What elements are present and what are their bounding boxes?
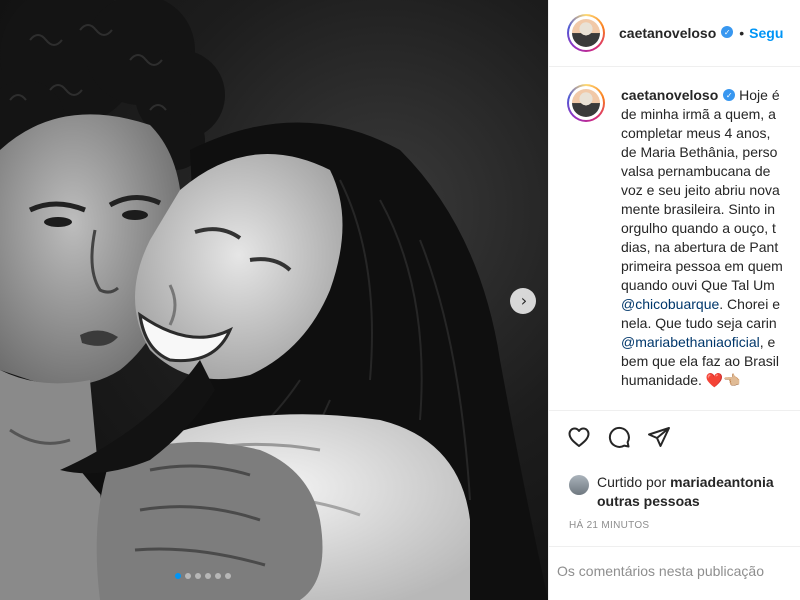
carousel-dot xyxy=(185,573,191,579)
caption-line: mente brasileira. Sinto in xyxy=(621,201,776,217)
caption-text: caetanoveloso ✓ Hoje é de minha irmã a qu… xyxy=(621,86,800,390)
comments-disabled-note: Os comentários nesta publicação xyxy=(557,563,764,579)
verified-badge-icon: ✓ xyxy=(721,26,734,38)
caption-username[interactable]: caetanoveloso xyxy=(621,87,718,103)
post-actions: Curtido por mariadeantonia outras pessoa… xyxy=(549,410,800,561)
caption-line: voz e seu jeito abriu nova xyxy=(621,182,780,198)
carousel-dot xyxy=(195,573,201,579)
liker-avatar[interactable] xyxy=(569,475,589,495)
caption-line: bem que ela faz ao Brasil xyxy=(621,353,779,369)
post-side-panel: caetanoveloso ✓ • Segu caetanoveloso ✓ Ho… xyxy=(548,0,800,600)
caption-line: nela. Que tudo seja carin xyxy=(621,315,777,331)
caption-line-text: humanidade. xyxy=(621,372,706,388)
caption-section: caetanoveloso ✓ Hoje é de minha irmã a qu… xyxy=(549,66,800,410)
share-paper-plane-icon[interactable] xyxy=(647,425,671,449)
caption-line: orgulho quando a ouço, t xyxy=(621,220,776,236)
mention-link[interactable]: @mariabethaniaoficial xyxy=(621,334,760,350)
verified-badge-icon: ✓ xyxy=(723,89,736,102)
caption-line: dias, na abertura de Pant xyxy=(621,239,779,255)
liked-by-user[interactable]: mariadeantonia xyxy=(670,474,773,490)
carousel-indicator xyxy=(175,573,231,579)
caption-avatar[interactable] xyxy=(567,84,605,122)
carousel-dot xyxy=(175,573,181,579)
photo-illustration xyxy=(0,0,548,600)
caption-line: primeira pessoa em quem xyxy=(621,258,783,274)
caption-line-text: Hoje é xyxy=(739,87,780,103)
caption-line: de minha irmã a quem, a xyxy=(621,106,776,122)
caption-line: valsa pernambucana de xyxy=(621,163,771,179)
mention-link[interactable]: @chicobuarque xyxy=(621,296,719,312)
post-photo: › xyxy=(0,0,548,600)
carousel-dot xyxy=(215,573,221,579)
caption-line-text: , e xyxy=(759,334,776,350)
chevron-right-icon: › xyxy=(520,291,528,310)
caption-line: de Maria Bethânia, perso xyxy=(621,144,778,160)
red-heart-emoji-icon: ❤️ xyxy=(705,372,724,388)
comment-icon[interactable] xyxy=(607,425,631,449)
follow-button[interactable]: Segu xyxy=(749,25,783,41)
caption-line: completar meus 4 anos, xyxy=(621,125,771,141)
header-separator: • xyxy=(739,25,745,41)
post-header: caetanoveloso ✓ • Segu xyxy=(549,0,800,67)
post-timestamp[interactable]: HÁ 21 MINUTOS xyxy=(569,520,649,531)
caption-line: caetanoveloso ✓ Hoje é xyxy=(621,86,800,105)
comments-area: Os comentários nesta publicação xyxy=(549,546,800,600)
caption-line: quando ouvi Que Tal Um xyxy=(621,277,775,293)
liked-by-text: Curtido por mariadeantonia outras pessoa… xyxy=(597,473,774,511)
pointing-hand-emoji-icon: 👈🏼 xyxy=(723,372,741,388)
caption-line: @chicobuarque. Chorei e xyxy=(621,295,800,314)
header-username[interactable]: caetanoveloso xyxy=(619,25,716,41)
caption-line: @mariabethaniaoficial, e xyxy=(621,333,800,352)
like-heart-icon[interactable] xyxy=(567,425,591,449)
liked-by: Curtido por mariadeantonia outras pessoa… xyxy=(569,473,774,511)
caption-line-text: . Chorei e xyxy=(719,296,780,312)
other-likers-link[interactable]: outras pessoas xyxy=(597,493,700,509)
caption-line: humanidade. ❤️👈🏼 xyxy=(621,371,800,390)
action-icons xyxy=(567,425,671,449)
carousel-dot xyxy=(225,573,231,579)
avatar[interactable] xyxy=(567,14,605,52)
carousel-dot xyxy=(205,573,211,579)
liked-by-prefix: Curtido por xyxy=(597,474,671,490)
next-photo-button[interactable]: › xyxy=(510,288,536,314)
